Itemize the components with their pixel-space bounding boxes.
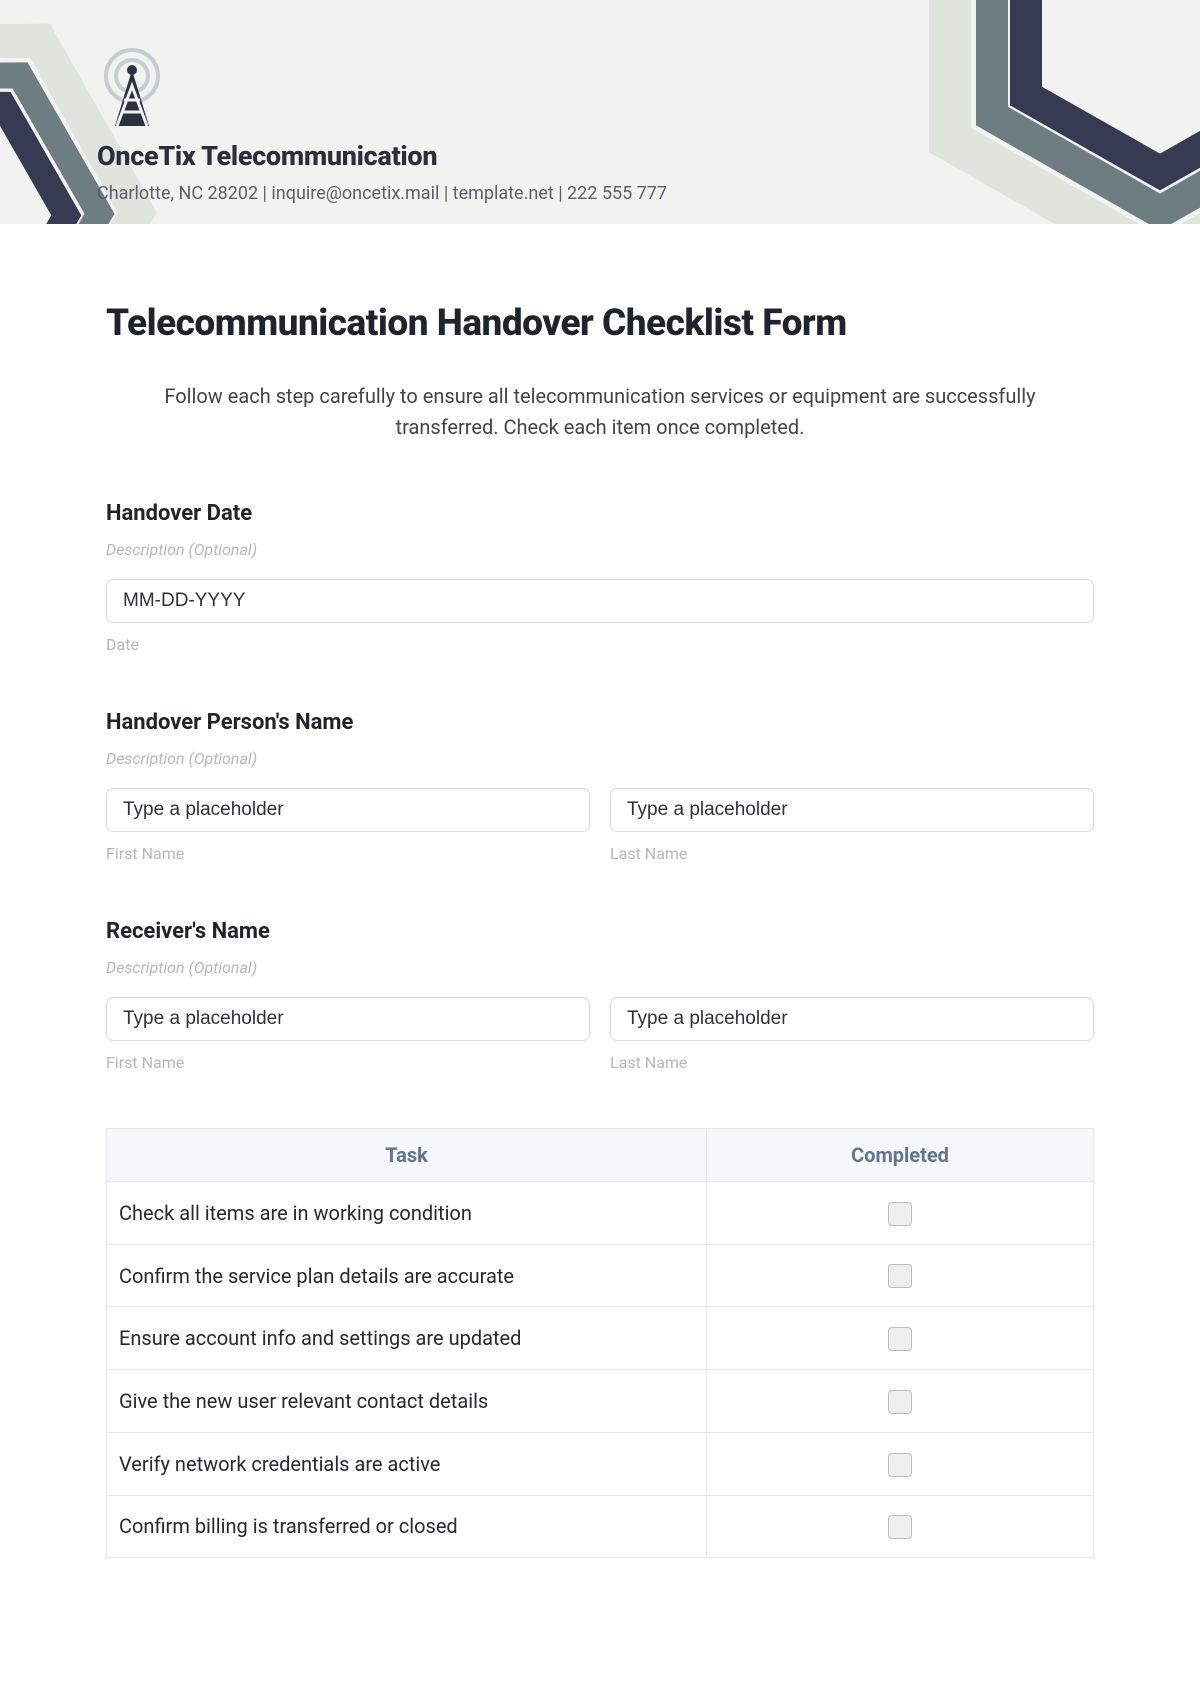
task-cell: Ensure account info and settings are upd… bbox=[107, 1307, 707, 1370]
completed-cell bbox=[707, 1244, 1094, 1307]
form-content: Telecommunication Handover Checklist For… bbox=[0, 224, 1200, 1558]
completed-cell bbox=[707, 1370, 1094, 1433]
task-cell: Confirm billing is transferred or closed bbox=[107, 1495, 707, 1558]
checklist-table: Task Completed Check all items are in wo… bbox=[106, 1128, 1094, 1558]
page-title: Telecommunication Handover Checklist For… bbox=[106, 302, 1094, 345]
handover-person-desc: Description (Optional) bbox=[106, 749, 1094, 768]
completed-cell bbox=[707, 1307, 1094, 1370]
table-row: Confirm billing is transferred or closed bbox=[107, 1495, 1094, 1558]
table-row: Check all items are in working condition bbox=[107, 1182, 1094, 1245]
receiver-last-input[interactable] bbox=[610, 997, 1094, 1041]
task-checkbox[interactable] bbox=[888, 1327, 912, 1351]
table-header-completed: Completed bbox=[707, 1129, 1094, 1182]
receiver-label: Receiver's Name bbox=[106, 919, 1094, 944]
handover-date-help: Date bbox=[106, 635, 1094, 654]
handover-person-last-help: Last Name bbox=[610, 844, 1094, 863]
completed-cell bbox=[707, 1182, 1094, 1245]
task-cell: Check all items are in working condition bbox=[107, 1182, 707, 1245]
task-cell: Give the new user relevant contact detai… bbox=[107, 1370, 707, 1433]
receiver-last-help: Last Name bbox=[610, 1053, 1094, 1072]
company-name: OnceTix Telecommunication bbox=[97, 140, 1200, 172]
company-logo-icon bbox=[97, 48, 167, 128]
task-checkbox[interactable] bbox=[888, 1390, 912, 1414]
handover-date-input[interactable] bbox=[106, 579, 1094, 623]
receiver-first-help: First Name bbox=[106, 1053, 590, 1072]
table-row: Give the new user relevant contact detai… bbox=[107, 1370, 1094, 1433]
task-checkbox[interactable] bbox=[888, 1202, 912, 1226]
task-cell: Verify network credentials are active bbox=[107, 1432, 707, 1495]
handover-person-section: Handover Person's Name Description (Opti… bbox=[106, 710, 1094, 863]
table-header-task: Task bbox=[107, 1129, 707, 1182]
receiver-first-input[interactable] bbox=[106, 997, 590, 1041]
table-row: Ensure account info and settings are upd… bbox=[107, 1307, 1094, 1370]
receiver-desc: Description (Optional) bbox=[106, 958, 1094, 977]
completed-cell bbox=[707, 1432, 1094, 1495]
completed-cell bbox=[707, 1495, 1094, 1558]
task-checkbox[interactable] bbox=[888, 1515, 912, 1539]
handover-date-section: Handover Date Description (Optional) Dat… bbox=[106, 501, 1094, 654]
handover-person-label: Handover Person's Name bbox=[106, 710, 1094, 735]
page-header: OnceTix Telecommunication Charlotte, NC … bbox=[0, 0, 1200, 224]
task-checkbox[interactable] bbox=[888, 1264, 912, 1288]
handover-date-desc: Description (Optional) bbox=[106, 540, 1094, 559]
handover-person-first-help: First Name bbox=[106, 844, 590, 863]
handover-person-first-input[interactable] bbox=[106, 788, 590, 832]
receiver-section: Receiver's Name Description (Optional) F… bbox=[106, 919, 1094, 1072]
company-info-line: Charlotte, NC 28202 | inquire@oncetix.ma… bbox=[97, 183, 1200, 204]
handover-person-last-input[interactable] bbox=[610, 788, 1094, 832]
task-checkbox[interactable] bbox=[888, 1453, 912, 1477]
page-subtitle: Follow each step carefully to ensure all… bbox=[106, 381, 1094, 443]
handover-date-label: Handover Date bbox=[106, 501, 1094, 526]
table-row: Confirm the service plan details are acc… bbox=[107, 1244, 1094, 1307]
task-cell: Confirm the service plan details are acc… bbox=[107, 1244, 707, 1307]
table-row: Verify network credentials are active bbox=[107, 1432, 1094, 1495]
